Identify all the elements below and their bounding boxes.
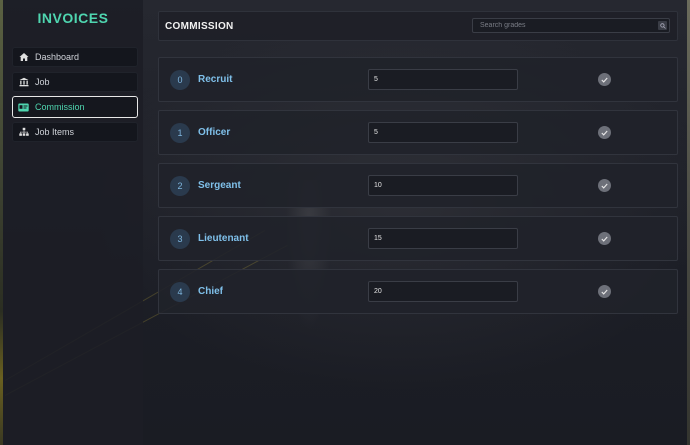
page-header: COMMISSION	[158, 11, 678, 41]
check-icon	[601, 130, 608, 136]
search-icon[interactable]	[658, 21, 667, 30]
search-input[interactable]	[473, 19, 653, 32]
building-icon	[18, 77, 29, 88]
sidebar-item-job-items[interactable]: Job Items	[12, 122, 138, 142]
grade-name: Officer	[198, 127, 231, 138]
grade-row: 1 Officer	[158, 110, 678, 155]
app-brand: INVOICES	[37, 10, 109, 26]
save-check-button[interactable]	[598, 73, 611, 86]
grade-name: Sergeant	[198, 180, 241, 191]
grade-row: 3 Lieutenant	[158, 216, 678, 261]
commission-input[interactable]	[368, 69, 518, 90]
sidebar: INVOICES Dashboard Job Commission Job It…	[3, 0, 143, 445]
commission-input[interactable]	[368, 175, 518, 196]
grade-index-badge: 4	[170, 282, 190, 302]
sidebar-item-commission[interactable]: Commission	[12, 96, 138, 118]
save-check-button[interactable]	[598, 179, 611, 192]
grade-index-badge: 2	[170, 176, 190, 196]
sidebar-item-job[interactable]: Job	[12, 72, 138, 92]
save-check-button[interactable]	[598, 232, 611, 245]
search-box	[472, 18, 670, 33]
grade-name: Lieutenant	[198, 233, 249, 244]
home-icon	[18, 52, 29, 63]
commission-input[interactable]	[368, 122, 518, 143]
commission-input[interactable]	[368, 281, 518, 302]
grade-index-badge: 0	[170, 70, 190, 90]
id-card-icon	[18, 102, 29, 113]
grade-index-badge: 3	[170, 229, 190, 249]
grade-row: 2 Sergeant	[158, 163, 678, 208]
sidebar-item-label: Dashboard	[35, 52, 80, 62]
grade-name: Chief	[198, 286, 223, 297]
sitemap-icon	[18, 127, 29, 138]
check-icon	[601, 77, 608, 83]
sidebar-item-label: Job	[35, 77, 50, 87]
sidebar-item-label: Commission	[35, 102, 85, 112]
grade-index-badge: 1	[170, 123, 190, 143]
sidebar-item-dashboard[interactable]: Dashboard	[12, 47, 138, 67]
grade-row: 4 Chief	[158, 269, 678, 314]
commission-input[interactable]	[368, 228, 518, 249]
grade-name: Recruit	[198, 74, 233, 85]
save-check-button[interactable]	[598, 126, 611, 139]
save-check-button[interactable]	[598, 285, 611, 298]
check-icon	[601, 289, 608, 295]
grade-row: 0 Recruit	[158, 57, 678, 102]
sidebar-item-label: Job Items	[35, 127, 75, 137]
check-icon	[601, 183, 608, 189]
check-icon	[601, 236, 608, 242]
page-title: COMMISSION	[165, 21, 234, 32]
